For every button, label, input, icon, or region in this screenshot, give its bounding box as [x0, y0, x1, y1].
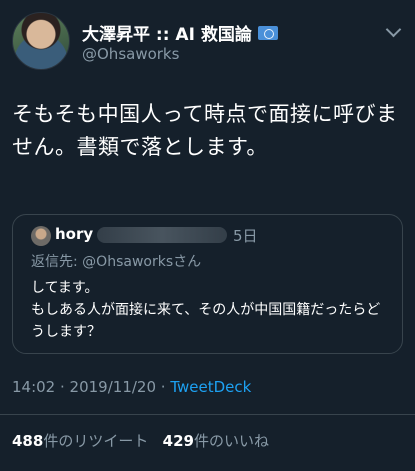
reply-to-handle: @Ohsaworks — [82, 254, 174, 270]
redacted-handle-blur — [97, 227, 227, 243]
author-name-line[interactable]: 大澤昇平 :: AI 救国論 — [82, 20, 278, 45]
quoted-tweet[interactable]: hory 5日 返信先: @Ohsaworksさん してます。 もしある人が面接… — [12, 214, 403, 354]
like-count: 429 — [162, 432, 194, 450]
likes-stat[interactable]: 429件のいいね — [163, 432, 269, 450]
quoted-reply-to: 返信先: @Ohsaworksさん — [31, 251, 201, 271]
meta-separator: · — [156, 378, 171, 396]
meta-separator: · — [55, 378, 70, 396]
quoted-time: 5日 — [233, 227, 258, 245]
tweet-source-link[interactable]: TweetDeck — [170, 378, 251, 396]
author-handle[interactable]: @Ohsaworks — [82, 45, 179, 63]
flag-icon — [257, 25, 278, 40]
quoted-body: してます。 もしある人が面接に来て、その人が中国国籍だったらどうします？ — [31, 280, 381, 340]
tweet-meta: 14:02 · 2019/11/20 · TweetDeck — [12, 378, 251, 396]
retweet-count: 488 — [12, 432, 44, 450]
quoted-author-name: hory — [55, 225, 94, 243]
retweet-label: 件のリツイート — [43, 432, 149, 450]
reply-to-prefix: 返信先: — [31, 254, 83, 270]
tweet-header: 大澤昇平 :: AI 救国論 @Ohsaworks — [12, 12, 403, 72]
author-avatar[interactable] — [12, 12, 70, 70]
chevron-down-icon[interactable] — [385, 21, 402, 38]
tweet-time[interactable]: 14:02 — [12, 378, 55, 396]
retweets-stat[interactable]: 488件のリツイート — [12, 432, 148, 450]
tweet-text: そもそも中国人って時点で面接に呼びません。書類で落とします。 — [12, 102, 398, 159]
author-display-name[interactable]: 大澤昇平 :: AI 救国論 — [82, 20, 252, 45]
quoted-avatar — [31, 226, 51, 246]
tweet-stats: 488件のリツイート 429件のいいね — [12, 430, 269, 451]
tweet-date[interactable]: 2019/11/20 — [70, 378, 156, 396]
reply-to-suffix: さん — [173, 254, 202, 270]
like-label: 件のいいね — [193, 432, 269, 450]
divider — [0, 414, 415, 415]
